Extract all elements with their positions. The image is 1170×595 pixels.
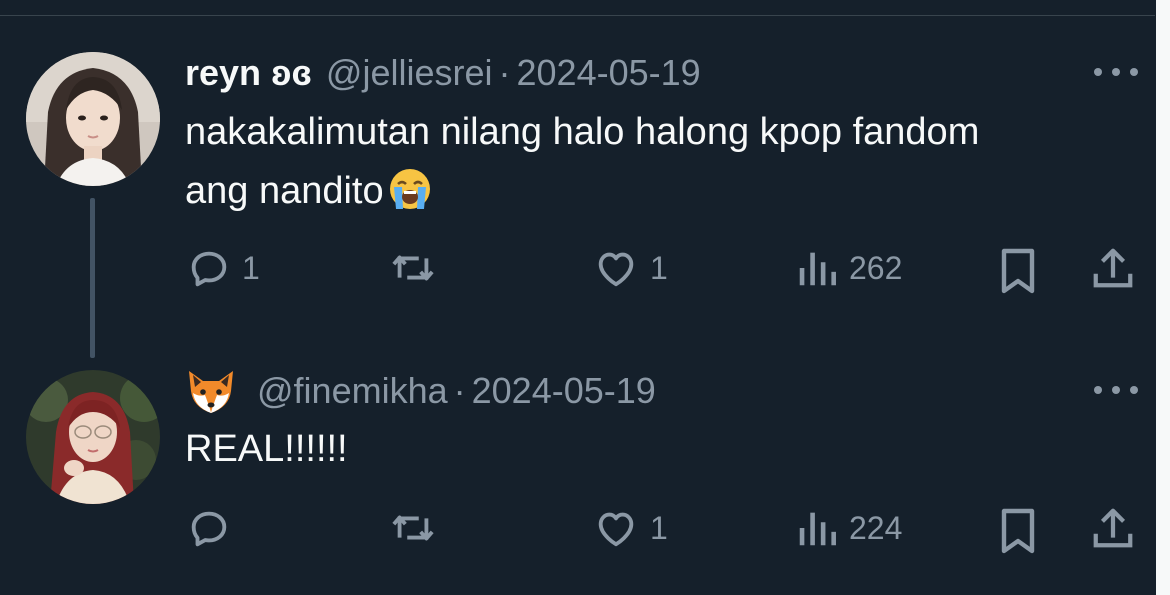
thread-connector-line	[90, 198, 95, 358]
share-button[interactable]	[1090, 245, 1136, 293]
repost-button[interactable]	[388, 245, 448, 291]
views-button[interactable]: 224	[795, 505, 902, 551]
avatar-finemikha[interactable]	[26, 370, 160, 504]
repost-icon	[392, 255, 434, 281]
views-icon	[799, 252, 836, 286]
like-button[interactable]: 1	[592, 245, 668, 291]
bookmark-button[interactable]	[996, 245, 1040, 295]
tweet-header: @finemikha · 2024-05-19	[185, 368, 656, 414]
tweet-text-line: nakakalimutan nilang halo halong kpop fa…	[185, 111, 980, 153]
tweet-text: REAL!!!!!!	[185, 420, 348, 479]
more-icon[interactable]	[1094, 62, 1138, 82]
bookmark-button[interactable]	[996, 505, 1040, 555]
tweet-thread: reyn ʚɞ @jelliesrei · 2024-05-19 nakakal…	[0, 0, 1170, 595]
like-button[interactable]: 1	[592, 505, 668, 551]
reply-button[interactable]: 1	[186, 245, 260, 291]
user-handle[interactable]: @finemikha	[257, 370, 448, 412]
views-icon	[799, 512, 836, 546]
fox-face-icon[interactable]	[185, 367, 237, 415]
like-count: 1	[650, 249, 668, 286]
loudly-crying-face-icon	[388, 167, 432, 229]
separator-dot: ·	[453, 370, 466, 411]
repost-button[interactable]	[388, 505, 448, 551]
share-icon	[1093, 508, 1133, 548]
like-count: 1	[650, 509, 668, 546]
views-count: 262	[849, 249, 903, 286]
repost-icon	[392, 515, 434, 541]
share-button[interactable]	[1090, 505, 1136, 553]
right-edge-strip	[1156, 0, 1170, 595]
bookmark-icon	[1001, 508, 1035, 554]
tweet-header: reyn ʚɞ @jelliesrei · 2024-05-19	[185, 50, 701, 96]
share-icon	[1093, 248, 1133, 288]
reply-icon	[191, 251, 227, 287]
like-icon	[598, 252, 634, 287]
reply-button[interactable]	[186, 505, 242, 551]
top-divider	[0, 15, 1155, 16]
views-button[interactable]: 262	[795, 245, 902, 291]
like-icon	[598, 512, 634, 547]
avatar-jelliesrei[interactable]	[26, 52, 160, 186]
tweet-text-line: ang nandito	[185, 170, 384, 212]
more-icon[interactable]	[1094, 380, 1138, 400]
display-name[interactable]: reyn ʚɞ	[185, 52, 312, 94]
reply-count: 1	[242, 249, 260, 286]
tweet-date[interactable]: 2024-05-19	[472, 370, 656, 412]
user-handle[interactable]: @jelliesrei	[326, 52, 493, 94]
tweet-text: nakakalimutan nilang halo halong kpop fa…	[185, 103, 979, 229]
views-count: 224	[849, 509, 903, 546]
tweet-text-line: REAL!!!!!!	[185, 428, 348, 470]
bookmark-icon	[1001, 248, 1035, 294]
separator-dot: ·	[498, 52, 511, 93]
reply-icon	[191, 511, 227, 547]
tweet-date[interactable]: 2024-05-19	[517, 52, 701, 94]
